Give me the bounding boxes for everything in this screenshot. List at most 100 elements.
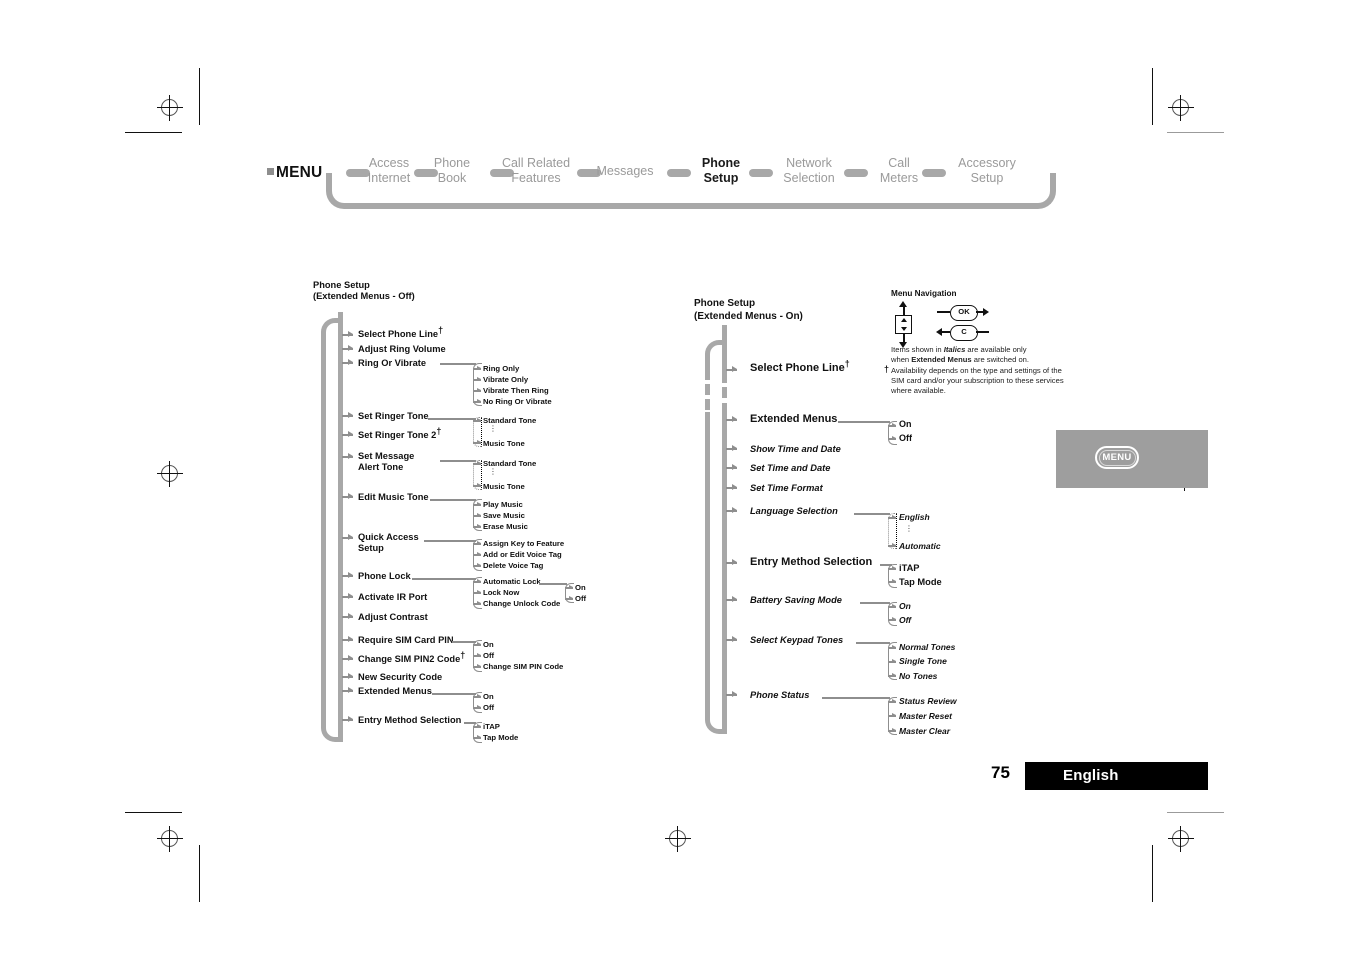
left-sub-change-unlock-code[interactable]: Change Unlock Code (483, 599, 560, 609)
left-sub-assign-key-to-feature[interactable]: Assign Key to Feature (483, 539, 564, 549)
right-item-phone-status[interactable]: Phone Status (750, 690, 809, 701)
right-branch-tick-7 (726, 596, 737, 603)
right-item-select-phone-line[interactable]: Select Phone Line† (750, 359, 850, 374)
left-sub-itap[interactable]: iTAP (483, 722, 500, 732)
left-subtick (473, 418, 481, 423)
left-branch-tick-14 (342, 687, 353, 694)
nav-item-accessory-setup[interactable]: Accessory Setup (948, 156, 1026, 185)
left-sub-vibrate-only[interactable]: Vibrate Only (483, 375, 528, 385)
right-sub-status-review[interactable]: Status Review (899, 696, 957, 707)
left-item-set-message-alert-tone[interactable]: Set Message Alert Tone (358, 451, 414, 473)
right-sub-itap[interactable]: iTAP (899, 563, 920, 574)
right-sub-tap-mode[interactable]: Tap Mode (899, 577, 942, 588)
left-item-label: Change SIM PIN2 Code (358, 654, 461, 664)
left-item-quick-access-setup[interactable]: Quick Access Setup (358, 532, 419, 554)
right-sub-normal-tones[interactable]: Normal Tones (899, 642, 955, 653)
right-sub-battery-off[interactable]: Off (899, 615, 911, 626)
left-tree-title-line1: Phone Setup (313, 280, 370, 290)
left-sub-lock-now[interactable]: Lock Now (483, 588, 519, 598)
left-sub-no-ring-or-vibrate[interactable]: No Ring Or Vibrate (483, 397, 552, 407)
nav-item-phone-setup[interactable]: Phone Setup (690, 156, 752, 185)
right-branch-tick-0 (726, 366, 737, 373)
left-item-set-ringer-tone-2[interactable]: Set Ringer Tone 2† (358, 426, 441, 441)
left-sub-automatic-lock[interactable]: Automatic Lock (483, 577, 541, 587)
left-subtick (473, 513, 481, 518)
left-subtick (473, 541, 481, 546)
left-item-new-security-code[interactable]: New Security Code (358, 672, 442, 683)
left-subtick (473, 735, 481, 740)
nav-item-network-selection[interactable]: Network Selection (770, 156, 848, 185)
right-sub-extmenus-off[interactable]: Off (899, 433, 912, 444)
right-item-label: Select Phone Line (750, 362, 845, 374)
left-leader-automatic-lock (539, 583, 567, 585)
left-item-require-sim-card-pin[interactable]: Require SIM Card PIN (358, 635, 454, 646)
left-sub-on[interactable]: On (483, 640, 494, 650)
left-item-edit-music-tone[interactable]: Edit Music Tone (358, 492, 429, 503)
left-leader-quick-access-setup (424, 540, 476, 542)
right-item-show-time-and-date[interactable]: Show Time and Date (750, 444, 841, 455)
left-item-extended-menus[interactable]: Extended Menus (358, 686, 432, 697)
left-sub-play-music[interactable]: Play Music (483, 500, 523, 510)
right-item-battery-saving-mode[interactable]: Battery Saving Mode (750, 595, 842, 606)
left-sub-erase-music[interactable]: Erase Music (483, 522, 528, 532)
nav-item-phone-book[interactable]: Phone Book (422, 156, 482, 185)
left-sub-delete-voice-tag[interactable]: Delete Voice Tag (483, 561, 543, 571)
ok-key[interactable]: OK (950, 305, 978, 321)
clear-key[interactable]: C (950, 325, 978, 341)
right-sub-single-tone[interactable]: Single Tone (899, 656, 947, 667)
right-item-set-time-and-date[interactable]: Set Time and Date (750, 463, 830, 474)
legend-note-1c: are available only (965, 345, 1027, 354)
legend-note-line3: Availability depends on the type and set… (891, 366, 1062, 375)
left-item-activate-ir-port[interactable]: Activate IR Port (358, 592, 427, 603)
right-item-language-selection[interactable]: Language Selection (750, 506, 838, 517)
right-sub-automatic[interactable]: Automatic (899, 541, 941, 552)
page-number: 75 (991, 763, 1010, 782)
right-tree-spine-dash-a (722, 387, 727, 398)
right-item-entry-method-selection[interactable]: Entry Method Selection (750, 557, 872, 568)
registration-mark-left (157, 461, 183, 487)
crop-line-top-right-v (1152, 68, 1153, 125)
left-sub-save-music[interactable]: Save Music (483, 511, 525, 521)
right-item-select-keypad-tones[interactable]: Select Keypad Tones (750, 635, 843, 646)
left-sub-music-tone-2[interactable]: Music Tone (483, 482, 525, 492)
left-sub-extmenus-off[interactable]: Off (483, 703, 494, 713)
right-sub-extmenus-on[interactable]: On (899, 419, 912, 430)
left-sub-vibrate-then-ring[interactable]: Vibrate Then Ring (483, 386, 549, 396)
left-item-ring-or-vibrate[interactable]: Ring Or Vibrate (358, 358, 426, 369)
left-sub-off[interactable]: Off (483, 651, 494, 661)
left-sub-tap-mode[interactable]: Tap Mode (483, 733, 518, 743)
right-sub-master-reset[interactable]: Master Reset (899, 711, 952, 722)
left-sub-extmenus-on[interactable]: On (483, 692, 494, 702)
left-item-entry-method-selection[interactable]: Entry Method Selection (358, 715, 461, 726)
nav-item-messages[interactable]: Messages (584, 164, 666, 179)
nav-item-call-meters[interactable]: Call Meters (870, 156, 928, 185)
right-subtick (888, 699, 896, 704)
left-item-change-sim-pin2-code[interactable]: Change SIM PIN2 Code† (358, 650, 465, 665)
left-subsub-off[interactable]: Off (575, 594, 586, 604)
left-sub-add-or-edit-voice-tag[interactable]: Add or Edit Voice Tag (483, 550, 562, 560)
left-sub-change-sim-pin-code[interactable]: Change SIM PIN Code (483, 662, 563, 672)
left-item-set-ringer-tone[interactable]: Set Ringer Tone (358, 411, 429, 422)
left-sub-ring-only[interactable]: Ring Only (483, 364, 519, 374)
nav-item-access-internet[interactable]: Access Internet (354, 156, 424, 185)
left-item-adjust-contrast[interactable]: Adjust Contrast (358, 612, 428, 623)
left-item-phone-lock[interactable]: Phone Lock (358, 571, 411, 582)
nav-item-call-related-features[interactable]: Call Related Features (490, 156, 582, 185)
right-sub-battery-on[interactable]: On (899, 601, 911, 612)
right-item-extended-menus[interactable]: Extended Menus (750, 414, 837, 425)
left-item-label-line1: Set Message (358, 451, 415, 461)
right-sub-no-tones[interactable]: No Tones (899, 671, 937, 682)
right-branch-tick-2 (726, 445, 737, 452)
left-sub-music-tone[interactable]: Music Tone (483, 439, 525, 449)
left-subsub-on[interactable]: On (575, 583, 586, 593)
right-sub-english[interactable]: English (899, 512, 930, 523)
menu-key-button[interactable]: MENU (1095, 446, 1139, 469)
left-branch-tick-11 (342, 636, 353, 643)
right-tree-loop-dash-a (705, 384, 710, 395)
right-item-set-time-format[interactable]: Set Time Format (750, 483, 823, 494)
left-item-select-phone-line[interactable]: Select Phone Line† (358, 325, 443, 340)
left-subtick (473, 653, 481, 658)
left-subtick (473, 724, 481, 729)
right-sub-master-clear[interactable]: Master Clear (899, 726, 950, 737)
left-item-adjust-ring-volume[interactable]: Adjust Ring Volume (358, 344, 446, 355)
